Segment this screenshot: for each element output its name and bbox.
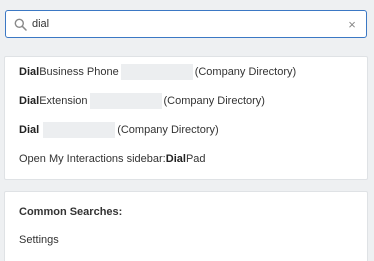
result-prefix: Open My Interactions sidebar: bbox=[19, 153, 166, 165]
search-box[interactable]: × bbox=[5, 10, 367, 38]
result-source: (Company Directory) bbox=[194, 66, 297, 78]
result-label: Pad bbox=[185, 153, 206, 165]
result-keyword: Dial bbox=[19, 124, 40, 136]
search-icon bbox=[13, 17, 27, 31]
search-results: Dial Business Phone (Company Directory) … bbox=[4, 56, 368, 180]
common-search-settings[interactable]: Settings bbox=[19, 234, 59, 246]
result-dial-contact[interactable]: Dial (Company Directory) bbox=[19, 121, 219, 139]
section-title: Common Searches: bbox=[19, 206, 123, 218]
redacted-value bbox=[89, 93, 162, 109]
search-dropdown: × Dial Business Phone (Company Directory… bbox=[0, 0, 374, 261]
result-keyword: Dial bbox=[165, 153, 186, 165]
result-keyword: Dial bbox=[19, 95, 40, 107]
result-source: (Company Directory) bbox=[117, 124, 219, 136]
common-searches: Common Searches: Settings bbox=[4, 191, 368, 261]
result-label: Business Phone bbox=[39, 66, 119, 78]
redacted-value bbox=[43, 122, 116, 138]
redacted-value bbox=[120, 64, 193, 80]
result-label: Extension bbox=[39, 95, 88, 107]
search-input[interactable] bbox=[32, 14, 344, 34]
result-dial-pad[interactable]: Open My Interactions sidebar: Dial Pad bbox=[19, 150, 206, 168]
result-dial-extension[interactable]: Dial Extension (Company Directory) bbox=[19, 92, 265, 110]
result-dial-business-phone[interactable]: Dial Business Phone (Company Directory) bbox=[19, 63, 296, 81]
result-source: (Company Directory) bbox=[163, 95, 265, 107]
close-icon[interactable]: × bbox=[344, 16, 360, 32]
result-keyword: Dial bbox=[19, 66, 40, 78]
